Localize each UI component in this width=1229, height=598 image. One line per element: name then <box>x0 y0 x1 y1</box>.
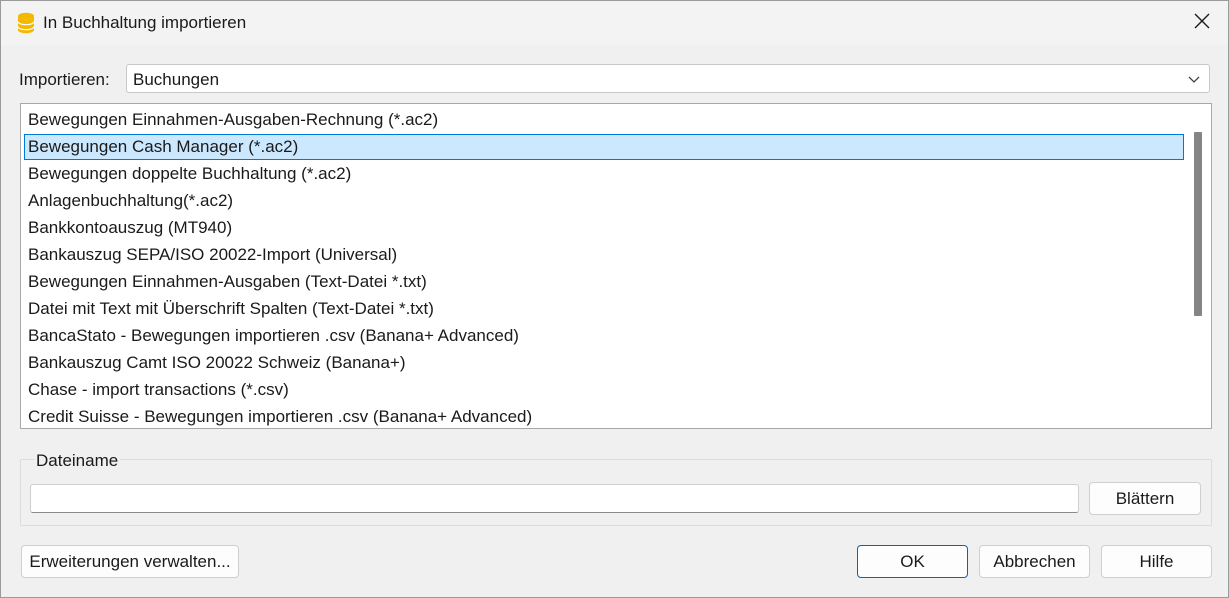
list-item[interactable]: Bewegungen Einnahmen-Ausgaben-Rechnung (… <box>24 107 1184 133</box>
database-icon <box>17 12 35 34</box>
list-item[interactable]: Bankauszug Camt ISO 20022 Schweiz (Banan… <box>24 350 1184 376</box>
import-type-value: Buchungen <box>133 70 220 89</box>
chevron-down-icon <box>1187 71 1201 85</box>
list-item[interactable]: Anlagenbuchhaltung(*.ac2) <box>24 188 1184 214</box>
close-button[interactable] <box>1176 1 1228 45</box>
import-dialog: In Buchhaltung importieren Importieren: … <box>0 0 1229 598</box>
list-item[interactable]: Credit Suisse - Bewegungen importieren .… <box>24 404 1184 428</box>
filename-input[interactable] <box>30 484 1079 513</box>
ok-button[interactable]: OK <box>857 545 968 578</box>
list-item[interactable]: Bewegungen Einnahmen-Ausgaben (Text-Date… <box>24 269 1184 295</box>
list-item[interactable]: Bewegungen Cash Manager (*.ac2) <box>24 134 1184 160</box>
list-item[interactable]: Bankkontoauszug (MT940) <box>24 215 1184 241</box>
list-item[interactable]: BancaStato - Bewegungen importieren .csv… <box>24 323 1184 349</box>
list-scrollbar[interactable] <box>1185 104 1211 428</box>
import-label: Importieren: <box>19 70 110 89</box>
scrollbar-thumb[interactable] <box>1194 132 1202 316</box>
help-button[interactable]: Hilfe <box>1101 545 1212 578</box>
window-title: In Buchhaltung importieren <box>43 13 247 32</box>
filename-group-label: Dateiname <box>34 451 121 471</box>
title-bar: In Buchhaltung importieren <box>1 1 1228 45</box>
list-item[interactable]: Datei mit Text mit Überschrift Spalten (… <box>24 296 1184 322</box>
close-icon <box>1194 13 1210 34</box>
list-item[interactable]: Chase - import transactions (*.csv) <box>24 377 1184 403</box>
manage-extensions-button[interactable]: Erweiterungen verwalten... <box>21 545 239 578</box>
import-type-select[interactable]: Buchungen <box>126 64 1210 93</box>
import-format-list[interactable]: Bewegungen Einnahmen-Ausgaben-Rechnung (… <box>20 103 1212 429</box>
list-item[interactable]: Bewegungen doppelte Buchhaltung (*.ac2) <box>24 161 1184 187</box>
list-item[interactable]: Bankauszug SEPA/ISO 20022-Import (Univer… <box>24 242 1184 268</box>
cancel-button[interactable]: Abbrechen <box>979 545 1090 578</box>
browse-button[interactable]: Blättern <box>1089 482 1201 515</box>
